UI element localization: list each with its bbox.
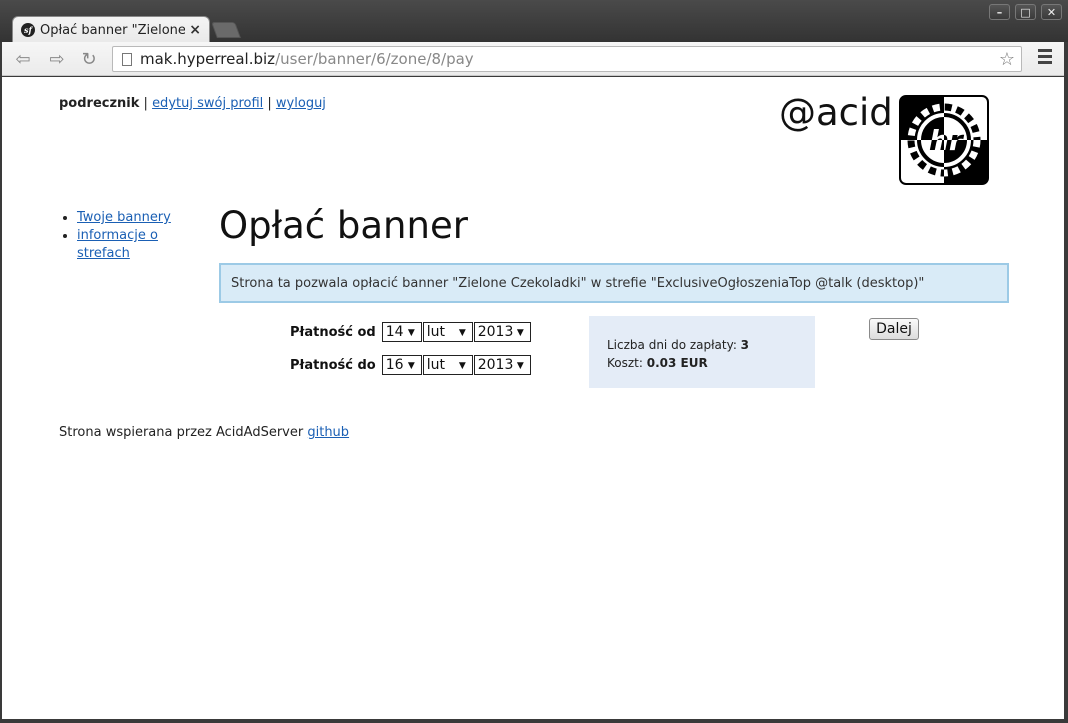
days-value: 3 <box>740 338 750 352</box>
payment-from-label: Płatność od <box>290 324 376 340</box>
payment-to-label: Płatność do <box>290 357 376 373</box>
maximize-button[interactable]: □ <box>1015 4 1036 20</box>
reload-icon[interactable]: ↻ <box>76 47 102 71</box>
hyperreal-gear-logo-icon[interactable]: hr <box>899 95 989 185</box>
page-title: Opłać banner <box>219 204 468 247</box>
symfony-favicon-icon: sf <box>21 23 35 37</box>
close-window-button[interactable]: ✕ <box>1041 4 1062 20</box>
to-month-value: lut <box>426 357 445 373</box>
payment-summary: Liczba dni do zapłaty: 3 Koszt: 0.03 EUR <box>589 316 815 388</box>
url-path: /user/banner/6/zone/8/pay <box>275 50 474 68</box>
page-viewport: podrecznik | edytuj swój profil | wylogu… <box>2 77 1064 719</box>
dropdown-arrow-icon: ▼ <box>407 328 415 338</box>
info-message: Strona ta pozwala opłacić banner "Zielon… <box>219 263 1009 303</box>
next-button[interactable]: Dalej <box>869 318 919 340</box>
from-month-value: lut <box>426 324 445 340</box>
user-links: podrecznik | edytuj swój profil | wylogu… <box>59 96 326 111</box>
brand-name: @acid <box>779 91 893 134</box>
to-year-select[interactable]: 2013 ▼ <box>473 355 531 375</box>
page-icon <box>122 52 132 66</box>
separator: | <box>263 96 276 111</box>
browser-tab[interactable]: sf Opłać banner "Zielone C × <box>12 16 210 43</box>
cost-line: Koszt: 0.03 EUR <box>607 354 815 372</box>
dropdown-arrow-icon: ▼ <box>458 328 466 338</box>
to-month-select[interactable]: lut ▼ <box>422 355 473 375</box>
github-link[interactable]: github <box>307 425 349 440</box>
logout-link[interactable]: wyloguj <box>276 96 326 111</box>
days-line: Liczba dni do zapłaty: 3 <box>607 336 815 354</box>
browser-toolbar: ⇦ ⇨ ↻ mak.hyperreal.biz/user/banner/6/zo… <box>2 42 1064 76</box>
from-year-value: 2013 <box>477 324 514 340</box>
footer: Strona wspierana przez AcidAdServer gith… <box>59 425 349 440</box>
address-bar[interactable]: mak.hyperreal.biz/user/banner/6/zone/8/p… <box>112 46 1022 72</box>
cost-value: 0.03 EUR <box>646 356 708 370</box>
to-day-value: 16 <box>385 357 404 373</box>
url-text: mak.hyperreal.biz/user/banner/6/zone/8/p… <box>140 50 474 68</box>
from-day-select[interactable]: 14 ▼ <box>381 322 422 342</box>
cost-label: Koszt: <box>607 356 647 370</box>
back-arrow-icon[interactable]: ⇦ <box>10 47 36 71</box>
window-titlebar: sf Opłać banner "Zielone C × – □ ✕ <box>0 0 1068 43</box>
minimize-button[interactable]: – <box>989 4 1010 20</box>
bookmark-star-icon[interactable]: ☆ <box>999 49 1015 70</box>
sidebar-link-banners[interactable]: Twoje bannery <box>77 210 171 225</box>
forward-arrow-icon[interactable]: ⇨ <box>44 47 70 71</box>
to-year-value: 2013 <box>477 357 514 373</box>
from-day-value: 14 <box>385 324 404 340</box>
payment-to-row: Płatność do 16 ▼ lut ▼ 2013 ▼ <box>290 355 532 375</box>
sidebar-link-zones[interactable]: informacje o strefach <box>77 228 158 261</box>
footer-text: Strona wspierana przez AcidAdServer <box>59 425 308 440</box>
new-tab-button[interactable] <box>211 22 241 38</box>
separator: | <box>139 96 153 111</box>
browser-menu-icon[interactable] <box>1038 49 1052 67</box>
to-day-select[interactable]: 16 ▼ <box>381 355 422 375</box>
days-label: Liczba dni do zapłaty: <box>607 338 741 352</box>
dropdown-arrow-icon: ▼ <box>458 361 466 371</box>
from-year-select[interactable]: 2013 ▼ <box>473 322 531 342</box>
from-month-select[interactable]: lut ▼ <box>422 322 473 342</box>
username: podrecznik <box>59 96 140 111</box>
payment-from-row: Płatność od 14 ▼ lut ▼ 2013 ▼ <box>290 322 532 342</box>
dropdown-arrow-icon: ▼ <box>516 361 524 371</box>
sidebar-item-zones: informacje o strefach <box>77 227 189 263</box>
sidebar-nav: Twoje bannery informacje o strefach <box>59 209 189 263</box>
tab-title: Opłać banner "Zielone C <box>40 22 186 38</box>
dropdown-arrow-icon: ▼ <box>516 328 524 338</box>
edit-profile-link[interactable]: edytuj swój profil <box>152 96 263 111</box>
tab-close-icon[interactable]: × <box>189 22 201 38</box>
dropdown-arrow-icon: ▼ <box>407 361 415 371</box>
sidebar-item-banners: Twoje bannery <box>77 209 189 227</box>
url-host: mak.hyperreal.biz <box>140 50 276 68</box>
svg-text:hr: hr <box>929 124 965 157</box>
